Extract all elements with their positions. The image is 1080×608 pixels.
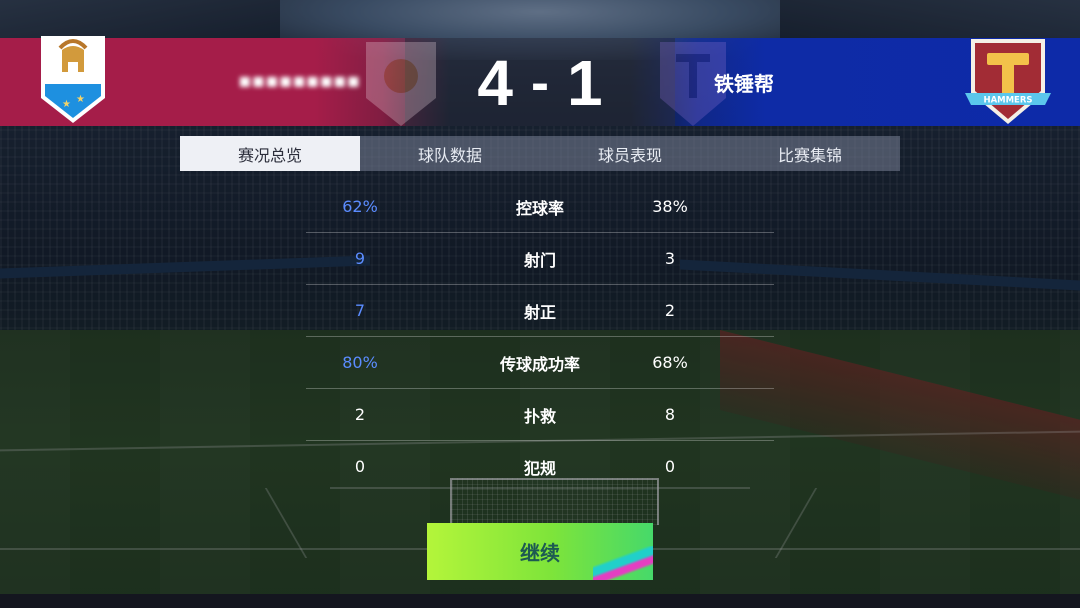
away-stat-value: 38%	[652, 197, 688, 216]
away-score: 1	[566, 47, 603, 119]
stat-label: 控球率	[515, 198, 564, 218]
stat-label: 犯规	[523, 458, 556, 478]
away-team-name: 铁锤帮	[714, 72, 774, 96]
home-stat-value: 7	[354, 301, 366, 320]
away-stat-value: 68%	[652, 353, 688, 372]
home-team-name: ▪▪▪▪▪▪▪▪▪	[238, 68, 360, 92]
hammers-crest-icon: HAMMERS	[965, 39, 1051, 124]
tab-team-stats[interactable]: 球队数据	[360, 136, 540, 171]
stat-label: 扑救	[523, 406, 556, 426]
stat-row-shots-on-target: 7 射正 2	[306, 284, 774, 336]
home-stat-value: 2	[354, 405, 366, 424]
stat-row-fouls: 0 犯规 0	[306, 440, 774, 492]
match-stats-table: 62% 控球率 38% 9 射门 3 7 射正 2 80% 传球成功率 68% …	[306, 181, 774, 492]
away-stat-value: 2	[664, 301, 676, 320]
stat-row-possession: 62% 控球率 38%	[306, 181, 774, 232]
tab-player-performance[interactable]: 球员表现	[540, 136, 720, 171]
tab-bar: 赛况总览 球队数据 球员表现 比赛集锦	[180, 136, 900, 171]
home-stat-value: 62%	[342, 197, 378, 216]
stat-row-saves: 2 扑救 8	[306, 388, 774, 440]
away-stat-value: 0	[664, 457, 676, 476]
tab-highlights[interactable]: 比赛集锦	[720, 136, 900, 171]
home-stat-value: 0	[354, 457, 366, 476]
svg-text:★: ★	[62, 99, 71, 110]
home-score: 4	[477, 47, 513, 119]
bottom-bar	[0, 594, 1080, 608]
score-header: ★ ★ ▪▪▪▪▪▪▪▪▪ 4 - 1 铁锤帮 HAMMERS	[0, 36, 1080, 126]
spartan-helmet-crest-icon: ★ ★	[41, 36, 105, 123]
stat-label: 传球成功率	[499, 354, 580, 374]
stat-row-shots: 9 射门 3	[306, 232, 774, 284]
away-stat-value: 3	[664, 249, 676, 268]
home-stat-value: 80%	[342, 353, 378, 372]
home-stat-value: 9	[354, 249, 366, 268]
continue-button-label: 继续	[520, 541, 560, 565]
score-separator: -	[531, 53, 549, 113]
scoreboard: 4 - 1	[470, 47, 610, 119]
svg-text:★: ★	[76, 94, 85, 105]
stat-label: 射门	[523, 250, 556, 270]
stat-label: 射正	[523, 302, 556, 322]
button-decoration	[593, 546, 653, 580]
stat-row-pass-accuracy: 80% 传球成功率 68%	[306, 336, 774, 388]
away-stat-value: 8	[664, 405, 676, 424]
away-crest-text: HAMMERS	[983, 96, 1032, 106]
continue-button[interactable]: 继续	[427, 523, 653, 580]
tab-match-overview[interactable]: 赛况总览	[180, 136, 360, 171]
